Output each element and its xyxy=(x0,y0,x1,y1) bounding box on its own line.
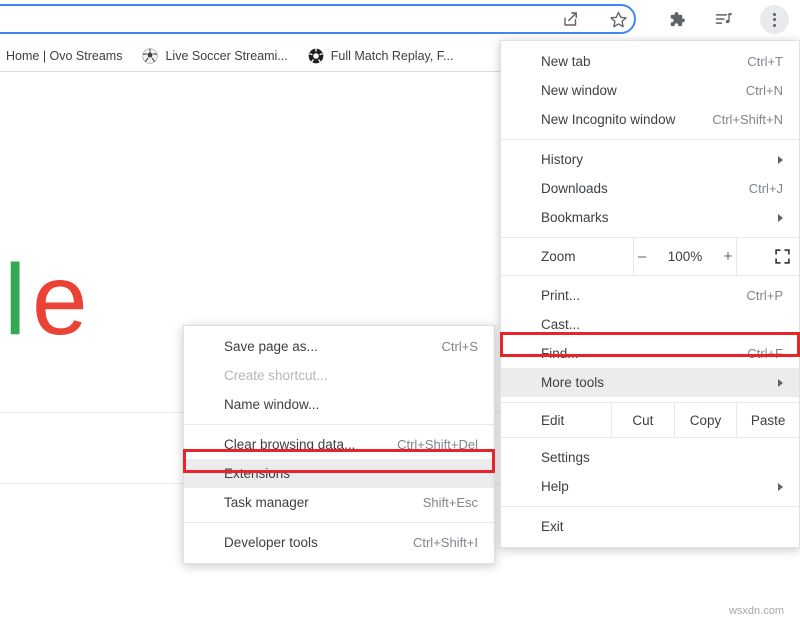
zoom-row: Zoom – 100% + xyxy=(501,237,799,276)
menu-item-history[interactable]: History xyxy=(501,145,799,174)
chrome-main-menu: New tab Ctrl+T New window Ctrl+N New Inc… xyxy=(500,40,800,548)
svg-text:e: e xyxy=(32,258,88,354)
watermark: wsxdn.com xyxy=(729,605,784,617)
menu-item-exit[interactable]: Exit xyxy=(501,512,799,541)
bookmark-item[interactable]: Live Soccer Streami... xyxy=(132,43,297,69)
menu-item-new-incognito-window[interactable]: New Incognito window Ctrl+Shift+N xyxy=(501,105,799,134)
address-bar[interactable] xyxy=(0,4,636,34)
bookmark-label: Full Match Replay, F... xyxy=(331,49,454,63)
menu-item-new-tab[interactable]: New tab Ctrl+T xyxy=(501,47,799,76)
share-icon[interactable] xyxy=(560,8,582,30)
menu-item-find[interactable]: Find... Ctrl+F xyxy=(501,339,799,368)
menu-separator xyxy=(501,506,799,507)
menu-item-developer-tools[interactable]: Developer tools Ctrl+Shift+I xyxy=(184,528,494,557)
paste-button[interactable]: Paste xyxy=(736,403,799,437)
fullscreen-button[interactable] xyxy=(737,238,800,275)
menu-item-more-tools[interactable]: More tools xyxy=(501,368,799,397)
extensions-puzzle-icon[interactable] xyxy=(665,8,687,30)
menu-item-label: Clear browsing data... xyxy=(224,437,379,452)
menu-item-clear-browsing-data[interactable]: Clear browsing data... Ctrl+Shift+Del xyxy=(184,430,494,459)
zoom-level-value: 100% xyxy=(666,249,704,264)
menu-item-task-manager[interactable]: Task manager Shift+Esc xyxy=(184,488,494,517)
menu-item-print[interactable]: Print... Ctrl+P xyxy=(501,281,799,310)
menu-separator xyxy=(184,522,494,523)
menu-item-cast[interactable]: Cast... xyxy=(501,310,799,339)
menu-item-bookmarks[interactable]: Bookmarks xyxy=(501,203,799,232)
bookmark-label: Home | Ovo Streams xyxy=(6,49,122,63)
edit-row: Edit Cut Copy Paste xyxy=(501,402,799,438)
menu-item-shortcut: Ctrl+T xyxy=(729,54,783,69)
menu-item-label: Print... xyxy=(541,288,729,303)
menu-item-shortcut: Shift+Esc xyxy=(405,495,478,510)
menu-item-label: More tools xyxy=(541,375,768,390)
menu-item-label: Name window... xyxy=(224,397,460,412)
soccer-ball-icon xyxy=(142,48,158,64)
menu-item-name-window[interactable]: Name window... xyxy=(184,390,494,419)
menu-item-label: New window xyxy=(541,83,728,98)
google-logo: g l e xyxy=(0,258,194,354)
menu-item-extensions[interactable]: Extensions xyxy=(184,459,494,488)
menu-item-label: Bookmarks xyxy=(541,210,768,225)
bookmark-item[interactable]: Home | Ovo Streams xyxy=(0,43,132,69)
menu-item-label: Exit xyxy=(541,519,765,534)
menu-item-shortcut: Ctrl+P xyxy=(729,288,783,303)
zoom-out-button[interactable]: – xyxy=(634,248,650,265)
star-icon[interactable] xyxy=(607,8,629,30)
menu-item-label: New tab xyxy=(541,54,729,69)
media-control-icon[interactable] xyxy=(713,8,735,30)
menu-item-label: Find... xyxy=(541,346,729,361)
menu-item-label: Help xyxy=(541,479,768,494)
menu-item-save-page-as[interactable]: Save page as... Ctrl+S xyxy=(184,332,494,361)
menu-item-shortcut: Ctrl+Shift+N xyxy=(694,112,783,127)
menu-item-shortcut: Ctrl+N xyxy=(728,83,783,98)
zoom-in-button[interactable]: + xyxy=(720,248,736,265)
menu-item-label: Settings xyxy=(541,450,765,465)
menu-item-label: Developer tools xyxy=(224,535,395,550)
zoom-label: Zoom xyxy=(501,238,633,275)
bookmark-item[interactable]: Full Match Replay, F... xyxy=(298,43,464,69)
zoom-controls: – 100% + xyxy=(633,238,737,275)
menu-item-label: Cast... xyxy=(541,317,765,332)
menu-separator xyxy=(501,139,799,140)
chevron-right-icon xyxy=(778,483,783,491)
menu-item-shortcut: Ctrl+Shift+Del xyxy=(379,437,478,452)
menu-item-create-shortcut: Create shortcut... xyxy=(184,361,494,390)
chrome-menu-icon xyxy=(773,13,776,27)
edit-label: Edit xyxy=(501,403,611,437)
menu-item-downloads[interactable]: Downloads Ctrl+J xyxy=(501,174,799,203)
menu-item-label: Extensions xyxy=(224,466,460,481)
menu-item-shortcut: Ctrl+J xyxy=(731,181,783,196)
chrome-menu-button[interactable] xyxy=(760,5,789,34)
menu-item-label: Create shortcut... xyxy=(224,368,460,383)
svg-text:l: l xyxy=(4,258,26,354)
menu-item-help[interactable]: Help xyxy=(501,472,799,501)
menu-item-shortcut: Ctrl+Shift+I xyxy=(395,535,478,550)
menu-item-shortcut: Ctrl+S xyxy=(424,339,478,354)
browser-toolbar xyxy=(0,0,800,40)
bookmark-label: Live Soccer Streami... xyxy=(165,49,287,63)
menu-item-settings[interactable]: Settings xyxy=(501,443,799,472)
menu-separator xyxy=(184,424,494,425)
menu-item-label: New Incognito window xyxy=(541,112,694,127)
copy-button[interactable]: Copy xyxy=(674,403,737,437)
cut-button[interactable]: Cut xyxy=(611,403,674,437)
chevron-right-icon xyxy=(778,379,783,387)
chevron-right-icon xyxy=(778,156,783,164)
menu-item-new-window[interactable]: New window Ctrl+N xyxy=(501,76,799,105)
menu-item-label: Task manager xyxy=(224,495,405,510)
menu-item-shortcut: Ctrl+F xyxy=(729,346,783,361)
menu-item-label: History xyxy=(541,152,768,167)
menu-item-label: Downloads xyxy=(541,181,731,196)
more-tools-submenu: Save page as... Ctrl+S Create shortcut..… xyxy=(183,325,495,564)
soccer-ball-dark-icon xyxy=(308,48,324,64)
chevron-right-icon xyxy=(778,214,783,222)
menu-item-label: Save page as... xyxy=(224,339,424,354)
